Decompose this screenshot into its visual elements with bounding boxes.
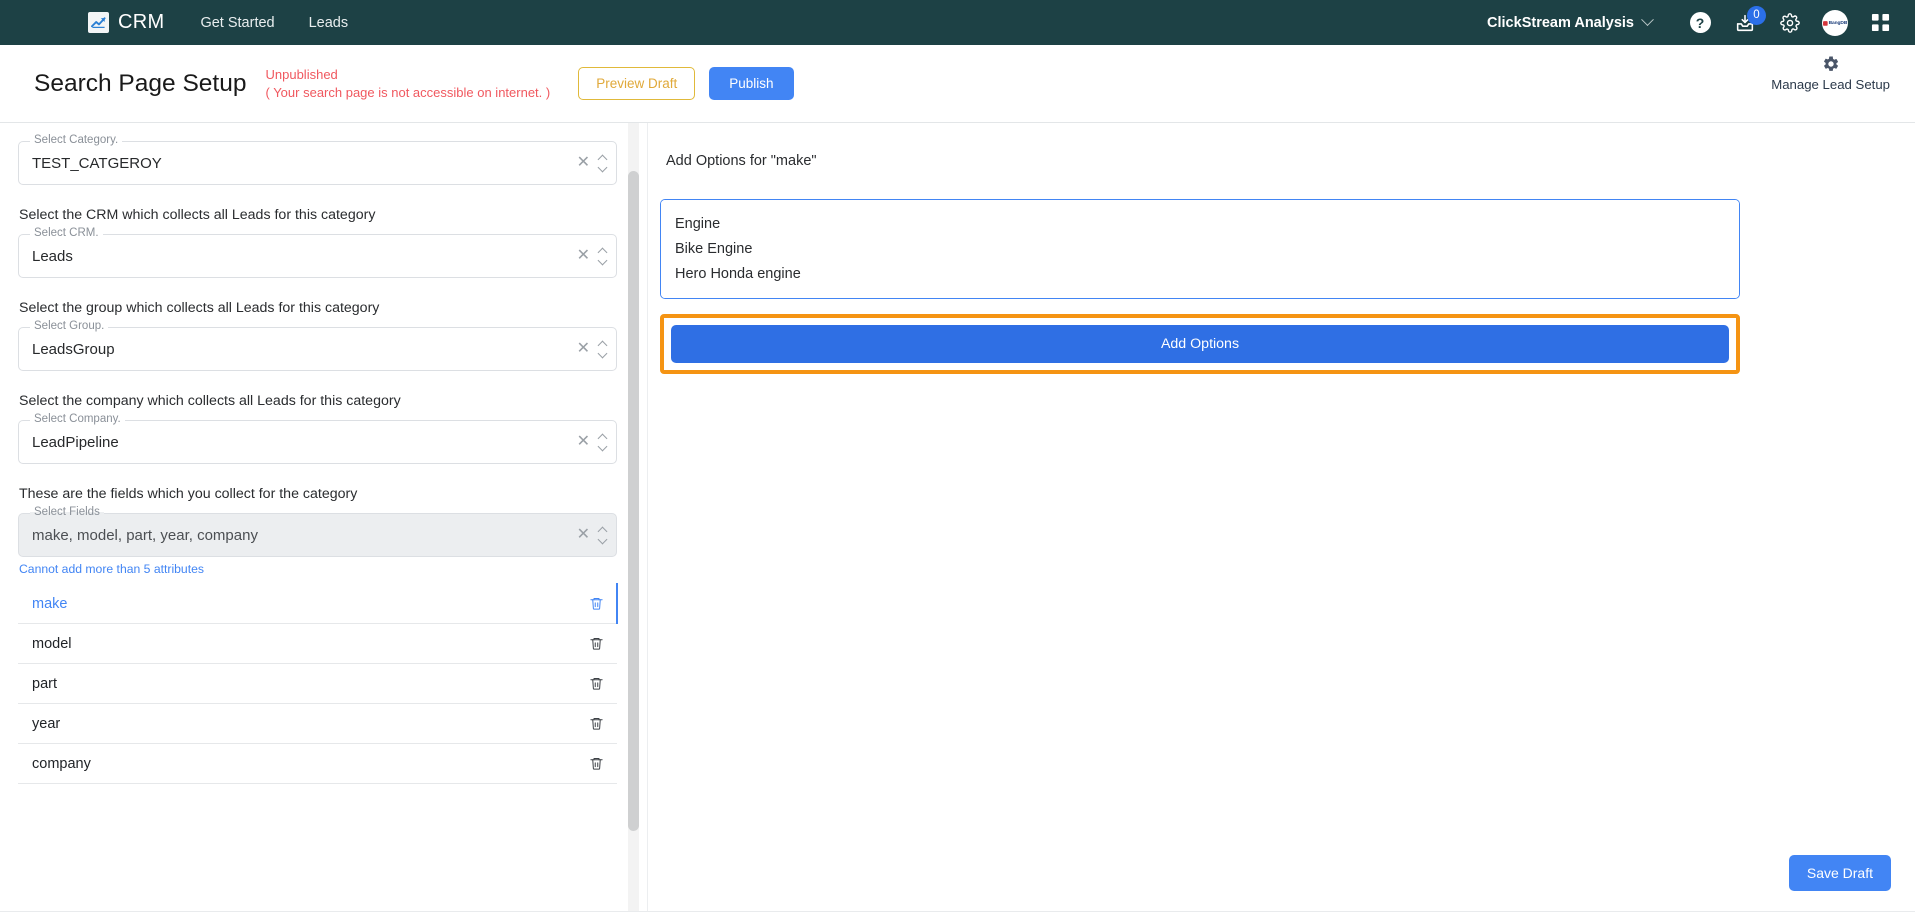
add-options-highlight: Add Options: [660, 314, 1740, 374]
select-crm-actions: ✕: [577, 247, 608, 265]
preview-draft-button[interactable]: Preview Draft: [578, 67, 696, 100]
save-draft-button[interactable]: Save Draft: [1788, 855, 1891, 891]
status-note: ( Your search page is not accessible on …: [265, 84, 551, 100]
attribute-label: model: [32, 635, 72, 652]
manage-lead-setup[interactable]: Manage Lead Setup: [1771, 55, 1890, 92]
attribute-label: company: [32, 755, 91, 772]
select-company-value: LeadPipeline: [32, 433, 119, 451]
select-fields-actions: ✕: [577, 526, 608, 544]
nav-link-get-started[interactable]: Get Started: [200, 15, 274, 31]
help-button[interactable]: ?: [1687, 10, 1713, 36]
attribute-label: part: [32, 675, 57, 692]
select-category-value: TEST_CATGEROY: [32, 154, 162, 172]
up-down-caret-icon[interactable]: [597, 526, 608, 544]
crm-helper-text: Select the CRM which collects all Leads …: [19, 207, 376, 223]
list-item[interactable]: model: [18, 624, 617, 664]
list-item[interactable]: company: [18, 744, 617, 784]
gear-icon: [1780, 12, 1800, 33]
select-crm-label: Select CRM.: [30, 227, 103, 239]
list-item[interactable]: part: [18, 664, 617, 704]
content-area: Select Category. TEST_CATGEROY ✕ Select …: [0, 123, 1915, 912]
inbox-badge: 0: [1747, 5, 1766, 25]
close-x-icon[interactable]: ✕: [577, 434, 590, 450]
grid-apps-icon: [1871, 13, 1889, 32]
question-mark-icon: ?: [1689, 12, 1711, 33]
publish-status: Unpublished ( Your search page is not ac…: [266, 66, 551, 102]
select-fields-value: make, model, part, year, company: [32, 526, 258, 544]
select-company-actions: ✕: [577, 433, 608, 451]
group-field-group: Select Group. LeadsGroup ✕: [18, 320, 617, 371]
fields-field-group: Select Fields make, model, part, year, c…: [18, 506, 617, 576]
fields-warning-text: Cannot add more than 5 attributes: [19, 562, 204, 576]
status-badge: Unpublished: [265, 66, 338, 82]
gear-icon: [1823, 56, 1838, 71]
select-group-value: LeadsGroup: [32, 340, 115, 358]
chart-trend-icon: [88, 12, 109, 33]
attribute-label: make: [32, 595, 68, 612]
avatar-dot: [1822, 20, 1828, 25]
vertical-scrollbar-thumb[interactable]: [628, 171, 639, 831]
page-header: Search Page Setup Unpublished ( Your sea…: [0, 45, 1915, 123]
up-down-caret-icon[interactable]: [597, 247, 608, 265]
select-category-label: Select Category.: [30, 134, 123, 146]
options-panel-inner: Add Options for "make" Add Options: [660, 153, 1740, 374]
list-item[interactable]: make: [18, 583, 618, 624]
page-bottom-divider: [0, 911, 1915, 912]
trash-icon[interactable]: [589, 636, 604, 651]
setup-form-panel: Select Category. TEST_CATGEROY ✕ Select …: [0, 123, 648, 912]
avatar[interactable]: BangDB: [1822, 9, 1848, 36]
select-group-label: Select Group.: [30, 320, 109, 332]
brand[interactable]: CRM: [88, 11, 164, 34]
select-crm-field[interactable]: Select CRM. Leads ✕: [18, 227, 617, 278]
avatar-label: BangDB: [1828, 19, 1848, 26]
close-x-icon[interactable]: ✕: [577, 341, 590, 357]
publish-button[interactable]: Publish: [709, 67, 794, 100]
options-panel: Add Options for "make" Add Options: [648, 123, 1915, 912]
select-fields-label: Select Fields: [30, 506, 104, 518]
page-title: Search Page Setup: [34, 69, 247, 97]
group-helper-text: Select the group which collects all Lead…: [19, 300, 380, 316]
brand-label: CRM: [118, 11, 165, 33]
add-options-button[interactable]: Add Options: [671, 325, 1729, 363]
trash-icon[interactable]: [589, 716, 604, 731]
fields-helper-text: These are the fields which you collect f…: [19, 486, 358, 502]
crm-field-group: Select CRM. Leads ✕: [18, 227, 617, 278]
up-down-caret-icon[interactable]: [597, 340, 608, 358]
navbar-right-group: ClickStream Analysis ? 0 BangDB: [1487, 5, 1893, 36]
avatar-logo-icon: BangDB: [1822, 19, 1848, 26]
select-category-actions: ✕: [577, 154, 608, 172]
nav-link-leads[interactable]: Leads: [309, 15, 349, 31]
category-field-group: Select Category. TEST_CATGEROY ✕: [18, 134, 617, 185]
apps-button[interactable]: [1867, 10, 1893, 36]
manage-lead-setup-label: Manage Lead Setup: [1771, 77, 1890, 92]
workspace-selector[interactable]: ClickStream Analysis: [1487, 13, 1654, 31]
company-helper-text: Select the company which collects all Le…: [19, 393, 401, 409]
select-group-actions: ✕: [577, 340, 608, 358]
workspace-label: ClickStream Analysis: [1487, 14, 1634, 31]
top-navbar: CRM Get Started Leads ClickStream Analys…: [0, 0, 1915, 45]
chevron-down-icon: [1641, 13, 1654, 27]
trash-icon[interactable]: [589, 596, 604, 611]
select-company-label: Select Company.: [30, 413, 125, 425]
close-x-icon[interactable]: ✕: [577, 155, 590, 171]
select-crm-value: Leads: [32, 247, 73, 265]
trash-icon[interactable]: [589, 676, 604, 691]
select-group-field[interactable]: Select Group. LeadsGroup ✕: [18, 320, 617, 371]
list-item[interactable]: year: [18, 704, 617, 744]
trash-icon[interactable]: [589, 756, 604, 771]
up-down-caret-icon[interactable]: [597, 154, 608, 172]
select-fields-field[interactable]: Select Fields make, model, part, year, c…: [18, 506, 617, 557]
close-x-icon[interactable]: ✕: [577, 248, 590, 264]
up-down-caret-icon[interactable]: [597, 433, 608, 451]
inbox-button[interactable]: 0: [1732, 5, 1766, 36]
options-textarea[interactable]: [660, 199, 1740, 299]
select-category-field[interactable]: Select Category. TEST_CATGEROY ✕: [18, 134, 617, 185]
close-x-icon[interactable]: ✕: [577, 527, 590, 543]
add-options-title: Add Options for "make": [666, 153, 817, 169]
settings-button[interactable]: [1777, 10, 1803, 36]
attribute-label: year: [32, 715, 61, 732]
attribute-list: make model part year company: [18, 583, 618, 784]
select-company-field[interactable]: Select Company. LeadPipeline ✕: [18, 413, 617, 464]
company-field-group: Select Company. LeadPipeline ✕: [18, 413, 617, 464]
